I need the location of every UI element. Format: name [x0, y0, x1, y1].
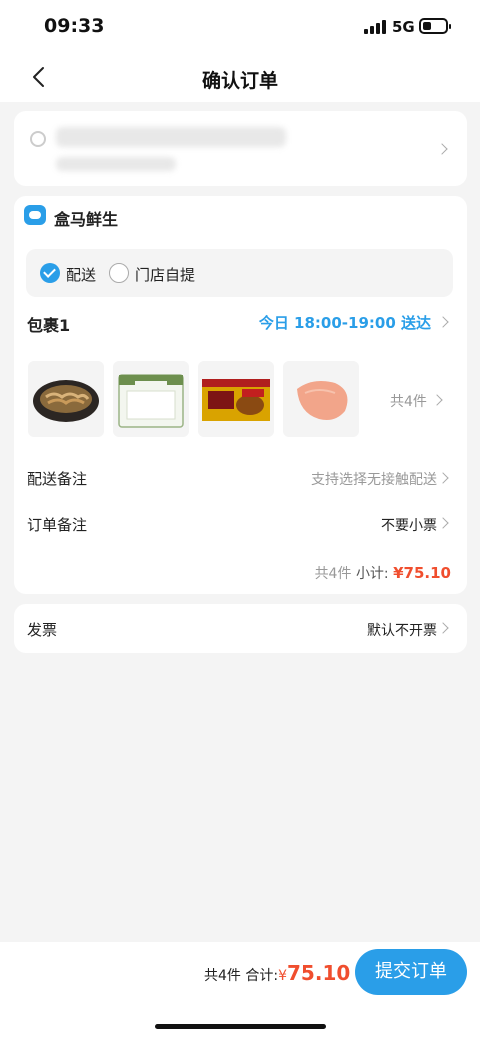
order-note-label: 订单备注 — [27, 516, 88, 534]
total-currency: ¥ — [278, 968, 288, 984]
home-indicator — [155, 1024, 326, 1029]
invoice-card[interactable]: 发票 默认不开票 — [14, 604, 467, 653]
nav-bar: 确认订单 — [0, 56, 480, 102]
total-label: 合计: — [245, 968, 279, 984]
battery-icon — [419, 18, 451, 34]
subtotal-count: 共4件 — [314, 566, 352, 582]
store-order-card: 盒马鲜生 配送 门店自提 包裹1 今日 18:00-19:00 送达 共4件 配… — [14, 196, 467, 594]
delivery-note-value[interactable]: 支持选择无接触配送 — [311, 469, 437, 489]
store-name: 盒马鲜生 — [54, 210, 119, 229]
status-bar: 09:33 5G — [0, 0, 480, 56]
subtotal-price: ¥75.10 — [393, 564, 451, 582]
order-note-value[interactable]: 不要小票 — [381, 515, 437, 535]
chevron-right-icon — [436, 143, 448, 155]
subtotal: 共4件 小计: ¥75.10 — [315, 563, 451, 583]
status-time: 09:33 — [44, 15, 105, 37]
delivery-time[interactable]: 今日 18:00-19:00 送达 — [259, 312, 431, 333]
store-logo-icon — [24, 205, 46, 225]
address-card[interactable] — [14, 111, 467, 186]
chevron-right-icon — [437, 316, 449, 328]
address-obscured — [56, 127, 286, 147]
order-total: 共4件 合计:¥75.10 — [204, 961, 350, 985]
recipient-obscured — [56, 157, 176, 171]
option-pickup-label[interactable]: 门店自提 — [135, 264, 195, 285]
radio-pickup[interactable] — [109, 263, 129, 283]
shrimp-product-icon[interactable] — [28, 361, 104, 437]
location-icon — [30, 131, 46, 147]
submit-order-button[interactable]: 提交订单 — [355, 949, 467, 995]
subtotal-label: 小计: — [355, 566, 389, 582]
signal-icon — [364, 20, 386, 34]
package-title: 包裹1 — [27, 316, 71, 335]
radio-delivery[interactable] — [40, 263, 60, 283]
option-delivery-label[interactable]: 配送 — [66, 264, 96, 285]
chicken-breast-product-icon[interactable] — [283, 361, 359, 437]
network-type: 5G — [392, 18, 415, 36]
total-count: 共4件 — [204, 968, 241, 984]
chevron-right-icon — [431, 394, 443, 406]
tofu-product-icon[interactable] — [113, 361, 189, 437]
page-title: 确认订单 — [201, 70, 278, 92]
total-amount: 75.10 — [287, 961, 351, 985]
curry-product-icon[interactable] — [198, 361, 274, 437]
delivery-mode-selector: 配送 门店自提 — [26, 249, 453, 297]
checkout-bar: 共4件 合计:¥75.10 提交订单 — [0, 942, 480, 1039]
package-item-count[interactable]: 共4件 — [390, 391, 427, 411]
invoice-label: 发票 — [27, 621, 58, 639]
chevron-right-icon — [437, 472, 449, 484]
chevron-right-icon — [437, 517, 449, 529]
invoice-value[interactable]: 默认不开票 — [367, 620, 437, 640]
chevron-right-icon — [437, 622, 449, 634]
delivery-note-label: 配送备注 — [27, 470, 88, 488]
